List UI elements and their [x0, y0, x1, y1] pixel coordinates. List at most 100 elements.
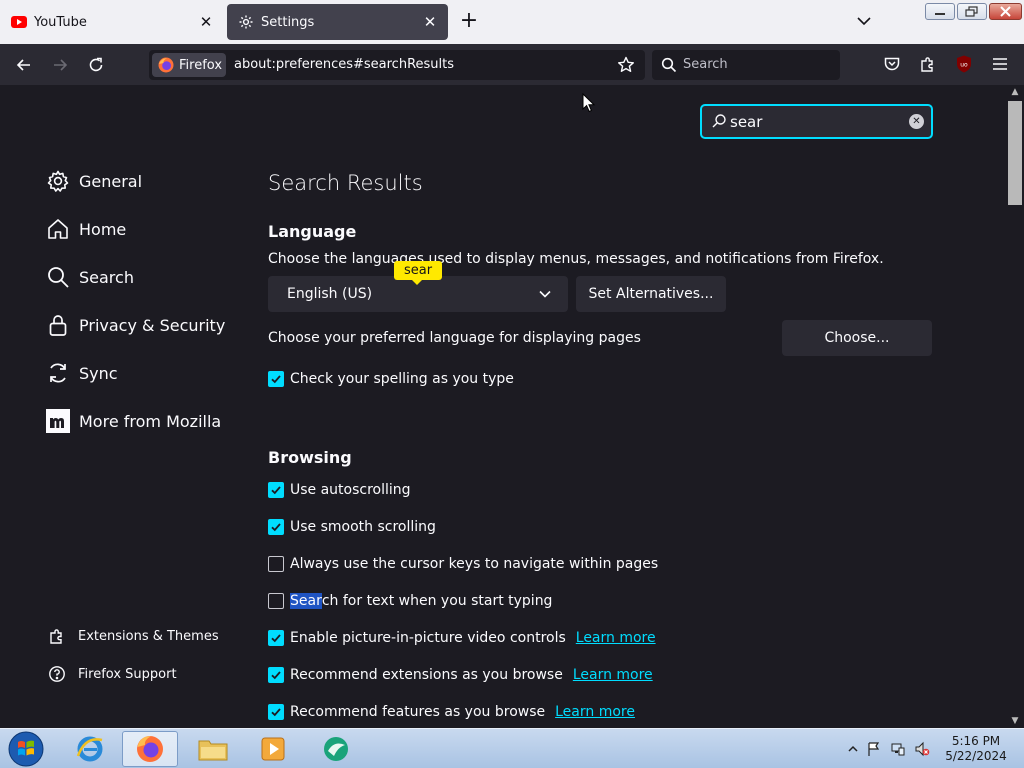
clear-icon[interactable]: ✕ — [909, 114, 924, 129]
minimize-button[interactable] — [925, 3, 955, 20]
learn-more-link[interactable]: Learn more — [573, 667, 653, 683]
sidebar-item-general[interactable]: General — [46, 167, 142, 195]
network-icon[interactable] — [890, 741, 906, 757]
search-input[interactable]: Search — [652, 50, 840, 80]
page-language-text: Choose your preferred language for displ… — [268, 330, 641, 346]
sidebar-item-label: Firefox Support — [78, 666, 177, 682]
cursor-keys-checkbox[interactable]: Always use the cursor keys to navigate w… — [268, 555, 658, 573]
close-window-button[interactable] — [989, 3, 1022, 20]
checkbox-label: Use smooth scrolling — [290, 519, 436, 535]
tab-youtube[interactable]: YouTube ✕ — [0, 0, 224, 44]
checkbox-checked-icon[interactable] — [268, 371, 284, 387]
checkbox-label: Recommend features as you browse — [290, 704, 546, 720]
sidebar-item-more-from-mozilla[interactable]: More from Mozilla — [46, 407, 221, 435]
autoscrolling-checkbox[interactable]: Use autoscrolling — [268, 481, 411, 499]
sidebar-item-home[interactable]: Home — [46, 215, 126, 243]
firefox-taskbar-icon[interactable] — [122, 731, 178, 767]
search-match-highlight: Sear — [290, 593, 322, 609]
hamburger-menu-icon[interactable] — [989, 53, 1011, 75]
flag-icon[interactable] — [866, 741, 882, 757]
media-player-icon[interactable] — [245, 731, 301, 767]
help-icon — [48, 665, 66, 683]
sidebar-item-privacy[interactable]: Privacy & Security — [46, 311, 225, 339]
picture-in-picture-checkbox[interactable]: Enable picture-in-picture video controls… — [268, 629, 656, 647]
close-tab-icon[interactable]: ✕ — [418, 10, 442, 34]
spellcheck-checkbox[interactable]: Check your spelling as you type — [268, 370, 514, 388]
checkbox-unchecked-icon[interactable] — [268, 593, 284, 609]
learn-more-link[interactable]: Learn more — [576, 630, 656, 646]
mouse-cursor-icon — [582, 93, 596, 113]
language-description: Choose the languages used to display men… — [268, 251, 884, 267]
url-text[interactable]: about:preferences#searchResults — [234, 57, 454, 72]
ublock-icon[interactable]: uo — [953, 53, 975, 75]
sidebar-item-label: General — [79, 171, 143, 191]
chevron-down-icon — [538, 287, 552, 305]
find-input-value[interactable]: sear — [730, 113, 762, 131]
sidebar-item-firefox-support[interactable]: Firefox Support — [48, 664, 177, 684]
new-tab-icon[interactable]: + — [457, 10, 481, 34]
selected-language: English (US) — [287, 286, 373, 302]
restore-button[interactable] — [957, 3, 987, 20]
star-icon[interactable] — [616, 55, 636, 75]
forward-arrow-icon[interactable] — [47, 52, 73, 78]
lock-icon — [46, 313, 70, 337]
puzzle-icon[interactable] — [917, 53, 939, 75]
sidebar-item-sync[interactable]: Sync — [46, 359, 118, 387]
clock-date: 5/22/2024 — [945, 749, 1007, 763]
volume-muted-icon[interactable] — [914, 741, 930, 757]
reload-icon[interactable] — [83, 52, 109, 78]
home-icon — [46, 217, 70, 241]
checkbox-label: Always use the cursor keys to navigate w… — [290, 556, 659, 572]
gear-icon — [46, 169, 70, 193]
checkbox-checked-icon[interactable] — [268, 519, 284, 535]
find-in-settings-input[interactable]: sear ✕ — [700, 104, 933, 139]
tray-expand-icon[interactable] — [845, 741, 861, 757]
scroll-up-icon[interactable]: ▲ — [1010, 87, 1020, 97]
internet-explorer-icon[interactable] — [62, 731, 118, 767]
sidebar-item-extensions-themes[interactable]: Extensions & Themes — [48, 626, 219, 646]
checkbox-label: Check your spelling as you type — [290, 371, 514, 387]
app-taskbar-icon[interactable] — [308, 731, 364, 767]
recommend-features-checkbox[interactable]: Recommend features as you browse Learn m… — [268, 703, 635, 721]
file-explorer-icon[interactable] — [185, 731, 241, 767]
checkbox-checked-icon[interactable] — [268, 704, 284, 720]
pocket-icon[interactable] — [881, 53, 903, 75]
checkbox-checked-icon[interactable] — [268, 667, 284, 683]
start-button[interactable] — [6, 730, 46, 768]
checkbox-checked-icon[interactable] — [268, 630, 284, 646]
navigation-toolbar: Firefox about:preferences#searchResults … — [0, 44, 1024, 85]
page-scrollbar[interactable]: ▲ ▼ — [1006, 85, 1024, 728]
clock-time: 5:16 PM — [951, 734, 1001, 748]
address-bar[interactable]: Firefox about:preferences#searchResults — [149, 50, 645, 80]
system-clock[interactable]: 5:16 PM 5/22/2024 — [940, 734, 1012, 764]
tab-label: YouTube — [34, 14, 87, 30]
learn-more-link[interactable]: Learn more — [555, 704, 635, 720]
page-title: Search Results — [268, 171, 423, 195]
preferences-page: sear ✕ General Home Search Privacy & Sec… — [0, 85, 1006, 728]
search-placeholder: Search — [683, 57, 728, 72]
checkbox-unchecked-icon[interactable] — [268, 556, 284, 572]
scrollbar-thumb[interactable] — [1008, 101, 1022, 205]
checkbox-label: Recommend extensions as you browse — [290, 667, 563, 683]
gear-icon — [238, 14, 254, 30]
identity-box[interactable]: Firefox — [152, 53, 226, 77]
chevron-down-icon[interactable] — [852, 12, 876, 32]
youtube-icon — [11, 14, 27, 30]
search-typing-checkbox[interactable]: Sear ch for text when you start typing — [268, 592, 552, 610]
sidebar-item-search[interactable]: Search — [46, 263, 134, 291]
close-tab-icon[interactable]: ✕ — [194, 10, 218, 34]
svg-text:uo: uo — [960, 62, 968, 69]
choose-language-button[interactable]: Choose... — [782, 320, 932, 356]
smooth-scrolling-checkbox[interactable]: Use smooth scrolling — [268, 518, 436, 536]
scroll-down-icon[interactable]: ▼ — [1010, 716, 1020, 726]
checkbox-label: Use autoscrolling — [290, 482, 411, 498]
set-alternatives-button[interactable]: Set Alternatives... — [576, 276, 726, 312]
search-icon — [46, 265, 70, 289]
sync-icon — [46, 361, 70, 385]
checkbox-checked-icon[interactable] — [268, 482, 284, 498]
tab-settings[interactable]: Settings ✕ — [227, 4, 448, 40]
sidebar-item-label: Search — [79, 267, 134, 287]
back-arrow-icon[interactable] — [11, 52, 37, 78]
search-icon — [661, 57, 677, 77]
recommend-extensions-checkbox[interactable]: Recommend extensions as you browse Learn… — [268, 666, 653, 684]
